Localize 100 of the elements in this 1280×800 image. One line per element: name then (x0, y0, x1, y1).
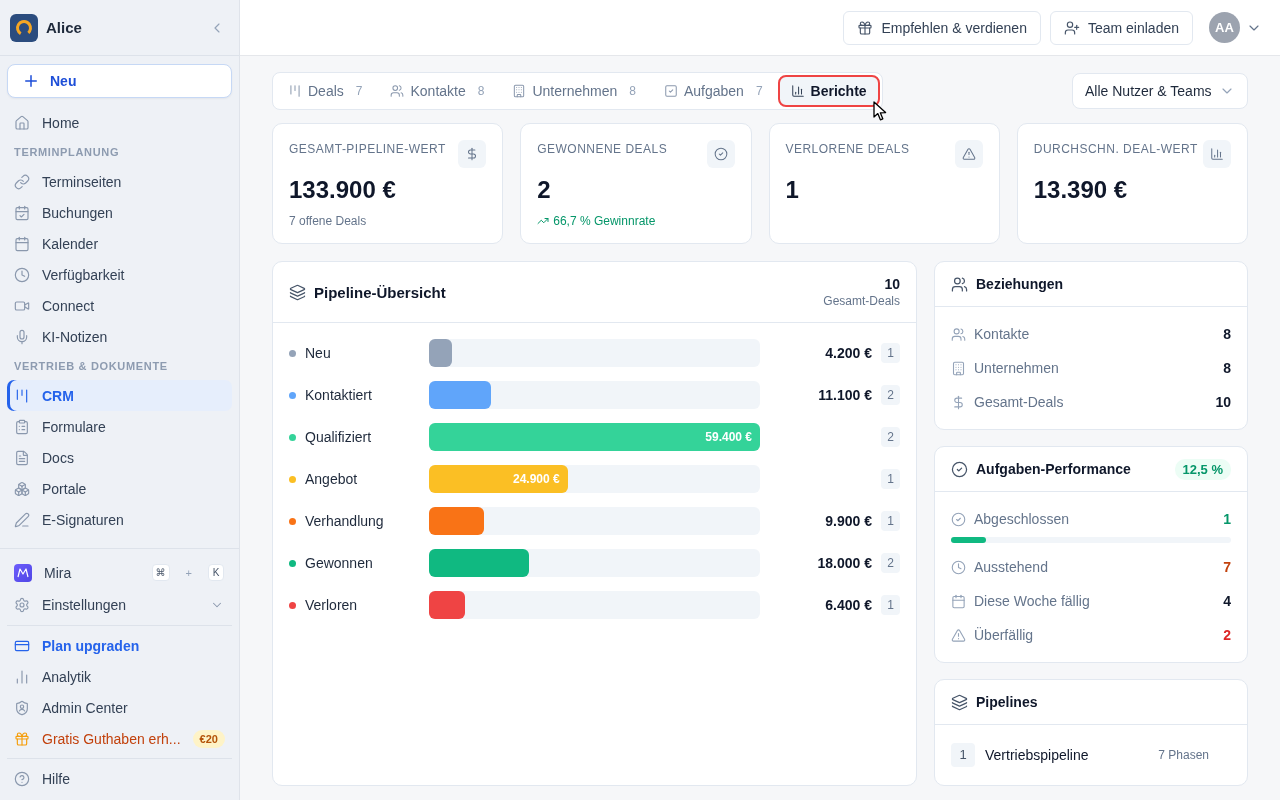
stage-value: 6.400 € (825, 597, 872, 613)
stage-label: Neu (305, 345, 331, 361)
bar-chart-icon (790, 84, 805, 98)
workspace-name: Alice (46, 19, 83, 36)
stage-label: Verloren (305, 597, 358, 613)
tab[interactable]: Unternehmen 8 (499, 75, 649, 107)
nav-item[interactable]: Home (7, 107, 232, 138)
warning-icon (954, 140, 983, 168)
nav-item[interactable]: E-Signaturen (7, 504, 232, 535)
row-label: Abgeschlossen (974, 511, 1070, 527)
trend-up-icon (537, 215, 550, 227)
shortcut-joiner: + (185, 566, 192, 579)
row-value: 10 (1215, 394, 1231, 410)
row-label: Diese Woche fällig (974, 593, 1091, 609)
calendar-icon (14, 235, 30, 252)
users-icon (951, 326, 966, 342)
row-value: 8 (1223, 326, 1231, 342)
settings-item[interactable]: Einstellungen (7, 588, 232, 621)
stat-value: 133.900 € (289, 176, 397, 204)
filter-dropdown[interactable]: Alle Nutzer & Teams (1072, 73, 1248, 109)
stage-label: Gewonnen (305, 555, 373, 571)
nav-item[interactable]: Plan upgraden (7, 630, 232, 661)
calendar-icon (951, 593, 966, 609)
nav-item[interactable]: Admin Center (7, 692, 232, 723)
tab[interactable]: Aufgaben 7 (650, 75, 776, 107)
assistant-item[interactable]: Mira ⌘ + K (7, 557, 232, 588)
gift-icon (14, 730, 30, 747)
dollar-icon (458, 140, 487, 168)
nav-item[interactable]: Terminseiten (7, 166, 232, 197)
home-icon (14, 114, 30, 131)
header-button[interactable]: Team einladen (1049, 10, 1193, 45)
stat-label: GEWONNENE DEALS (537, 142, 668, 156)
link-icon (14, 173, 30, 190)
nav-item[interactable]: Analytik (7, 661, 232, 692)
card-title: Beziehungen (976, 276, 1065, 292)
nav-item[interactable]: Kalender (7, 228, 232, 259)
row-label: Überfällig (974, 627, 1035, 643)
help-icon (14, 770, 30, 787)
card-title: Pipelines (976, 694, 1039, 710)
layers-icon (951, 693, 968, 711)
nav-item[interactable]: Portale (7, 473, 232, 504)
stage-label: Verhandlung (305, 513, 384, 529)
rate-badge: 12,5 % (1174, 458, 1231, 480)
nav-item[interactable]: Buchungen (7, 197, 232, 228)
calendar-check-icon (14, 204, 30, 221)
nav-item[interactable]: Docs (7, 442, 232, 473)
stage-value: 59.400 € (705, 430, 752, 444)
new-button[interactable]: Neu (7, 64, 232, 98)
warning-icon (951, 627, 966, 643)
index-badge: 1 (951, 742, 975, 767)
total-count: 10 (884, 276, 900, 292)
document-icon (14, 449, 30, 466)
stage-value: 4.200 € (825, 345, 872, 361)
stage-count: 2 (881, 553, 900, 573)
check-circle-icon (951, 460, 968, 478)
stage-count: 1 (881, 511, 900, 531)
nav-item[interactable]: Verfügbarkeit (7, 259, 232, 290)
stat-label: GESAMT-PIPELINE-WERT (289, 142, 446, 156)
bar-chart-icon (14, 668, 30, 685)
nav-item[interactable]: KI-Notizen (7, 321, 232, 352)
stage-label: Kontaktiert (305, 387, 372, 403)
pipeline-name[interactable]: Vertriebspipeline (985, 746, 1149, 763)
stat-value: 13.390 € (1033, 176, 1129, 204)
nav-item[interactable]: CRM (7, 380, 232, 411)
stage-count: 2 (881, 427, 900, 447)
promo-label: Gratis Guthaben erh... (42, 730, 181, 747)
stat-note: 7 offene Deals (289, 214, 367, 228)
section-title: TERMINPLANUNG (13, 145, 121, 160)
phase-count: 7 Phasen (1158, 747, 1209, 762)
stage-label: Qualifiziert (305, 429, 372, 445)
panel-title: Pipeline-Übersicht (314, 283, 447, 301)
header-button[interactable]: Empfehlen & verdienen (843, 10, 1041, 45)
card-title: Aufgaben-Performance (976, 461, 1132, 477)
stage-value: 24.900 € (512, 472, 560, 486)
check-circle-icon (951, 511, 966, 527)
stage-value: 11.100 € (818, 387, 872, 403)
tab[interactable]: Deals 7 (275, 75, 376, 107)
nav-item[interactable]: Gratis Guthaben erh... €20 (7, 723, 232, 754)
stat-value: 1 (785, 176, 800, 204)
help-item[interactable]: Hilfe (7, 763, 232, 794)
nav-item[interactable]: Connect (7, 290, 232, 321)
gift-icon (857, 19, 874, 36)
row-value: 4 (1223, 593, 1231, 609)
row-value: 7 (1223, 559, 1231, 575)
tab[interactable]: Kontakte 8 (377, 75, 498, 107)
layers-icon (289, 283, 306, 301)
checkbox-icon (663, 84, 678, 98)
settings-icon (14, 596, 30, 613)
kanban-icon (14, 387, 30, 404)
row-value: 2 (1223, 627, 1231, 643)
stage-label: Angebot (305, 471, 358, 487)
building-icon (512, 84, 527, 98)
stage-count: 2 (881, 385, 900, 405)
clock-icon (14, 266, 30, 283)
stat-label: DURCHSCHN. DEAL-WERT (1033, 142, 1198, 156)
shortcut-key: K (208, 564, 224, 581)
stage-count: 1 (881, 595, 900, 615)
dollar-icon (951, 394, 966, 410)
nav-item[interactable]: Formulare (7, 411, 232, 442)
shield-user-icon (14, 699, 30, 716)
